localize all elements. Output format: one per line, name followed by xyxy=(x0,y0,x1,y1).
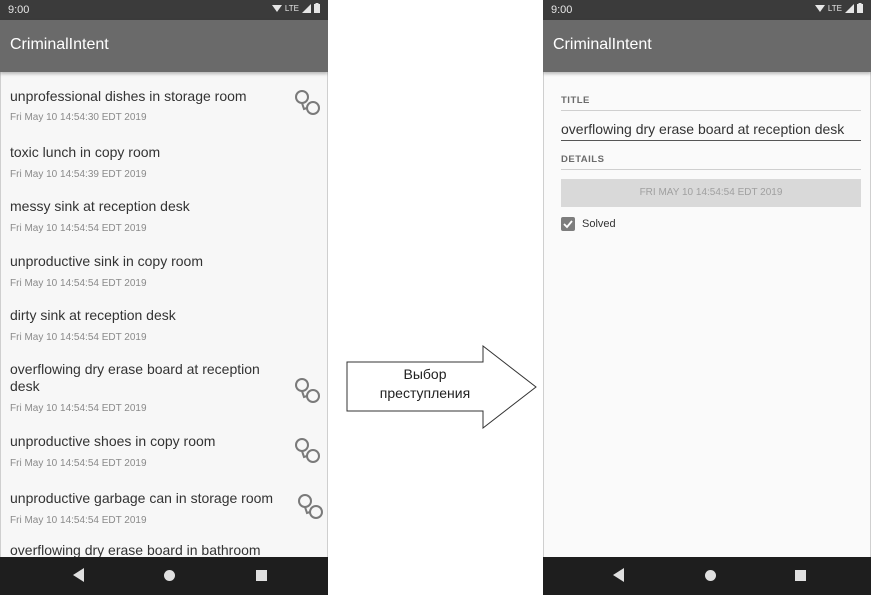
app-title: CriminalIntent xyxy=(553,36,652,53)
crime-title: overflowing dry erase board in bathroom xyxy=(10,542,261,557)
crime-title-input[interactable] xyxy=(561,118,861,141)
crime-title: dirty sink at reception desk xyxy=(10,307,176,323)
battery-icon xyxy=(857,3,863,13)
details-section-label: DETAILS xyxy=(561,154,605,165)
crime-title: overflowing dry erase board at reception… xyxy=(10,361,260,394)
title-section-label: TITLE xyxy=(561,95,590,106)
crime-list-item[interactable]: toxic lunch in copy room Fri May 10 14:5… xyxy=(0,128,328,182)
solved-handcuffs-icon xyxy=(295,378,320,403)
status-icons: LTE xyxy=(814,3,863,13)
app-title: CriminalIntent xyxy=(10,36,109,53)
crime-date: Fri May 10 14:54:54 EDT 2019 xyxy=(10,458,147,469)
crime-date: Fri May 10 14:54:54 EDT 2019 xyxy=(10,515,147,526)
crime-date: Fri May 10 14:54:54 EDT 2019 xyxy=(10,332,147,343)
wifi-icon xyxy=(271,4,282,12)
solved-checkbox[interactable] xyxy=(561,217,575,231)
crime-title: unprofessional dishes in storage room xyxy=(10,88,247,104)
crime-list-item[interactable]: unproductive garbage can in storage room… xyxy=(0,476,328,532)
wifi-icon xyxy=(814,4,825,12)
recents-icon[interactable] xyxy=(256,570,267,581)
arrow-label-line2: преступления xyxy=(379,385,471,401)
arrow-label-line1: Выбор xyxy=(403,366,447,382)
checkmark-icon xyxy=(563,220,573,229)
crime-list-item[interactable]: dirty sink at reception desk Fri May 10 … xyxy=(0,290,328,346)
crime-title: unproductive shoes in copy room xyxy=(10,433,216,449)
home-icon[interactable] xyxy=(705,570,716,581)
crime-date: Fri May 10 14:54:39 EDT 2019 xyxy=(10,169,147,180)
solved-label: Solved xyxy=(582,218,616,230)
crime-date: Fri May 10 14:54:30 EDT 2019 xyxy=(10,112,147,123)
recents-icon[interactable] xyxy=(795,570,806,581)
crime-title: toxic lunch in copy room xyxy=(10,144,161,160)
navigation-bar xyxy=(543,557,871,595)
crime-list-item[interactable]: unproductive shoes in copy room Fri May … xyxy=(0,420,328,476)
crime-list-item[interactable]: unproductive sink in copy room Fri May 1… xyxy=(0,236,328,290)
solved-handcuffs-icon xyxy=(295,90,320,115)
signal-icon xyxy=(302,3,311,13)
back-icon[interactable] xyxy=(73,568,85,582)
status-bar: 9:00 LTE xyxy=(543,0,871,20)
solved-handcuffs-icon xyxy=(295,438,320,463)
crime-detail-screen: 9:00 LTE CriminalIntent TITLE DETAILS FR… xyxy=(543,0,871,595)
crime-list[interactable]: unprofessional dishes in storage room Fr… xyxy=(0,72,328,557)
section-divider xyxy=(561,169,861,170)
status-time: 9:00 xyxy=(8,4,30,16)
network-type: LTE xyxy=(284,3,299,13)
crime-date: Fri May 10 14:54:54 EDT 2019 xyxy=(10,223,147,234)
home-icon[interactable] xyxy=(164,570,175,581)
status-time: 9:00 xyxy=(551,4,573,16)
section-divider xyxy=(561,110,861,111)
crime-title: messy sink at reception desk xyxy=(10,198,190,214)
crime-list-item[interactable]: overflowing dry erase board in bathroom xyxy=(0,532,328,557)
app-bar: CriminalIntent xyxy=(0,20,328,72)
crime-list-item[interactable]: overflowing dry erase board at reception… xyxy=(0,346,328,420)
app-bar: CriminalIntent xyxy=(543,20,871,72)
crime-date: Fri May 10 14:54:54 EDT 2019 xyxy=(10,403,147,414)
crime-list-item[interactable]: unprofessional dishes in storage room Fr… xyxy=(0,72,328,128)
crime-date: Fri May 10 14:54:54 EDT 2019 xyxy=(10,278,147,289)
crime-list-item[interactable]: messy sink at reception desk Fri May 10 … xyxy=(0,182,328,236)
back-icon[interactable] xyxy=(613,568,625,582)
status-bar: 9:00 LTE xyxy=(0,0,328,20)
navigation-bar xyxy=(0,557,328,595)
crime-title: unproductive garbage can in storage room xyxy=(10,490,274,506)
crime-list-screen: 9:00 LTE CriminalIntent unprofessional d… xyxy=(0,0,328,595)
solved-checkbox-row[interactable]: Solved xyxy=(561,217,616,231)
signal-icon xyxy=(845,3,854,13)
crime-date-button[interactable]: FRI MAY 10 14:54:54 EDT 2019 xyxy=(561,179,861,207)
solved-handcuffs-icon xyxy=(298,494,323,519)
status-icons: LTE xyxy=(271,3,320,13)
network-type: LTE xyxy=(827,3,842,13)
battery-icon xyxy=(314,3,320,13)
crime-title: unproductive sink in copy room xyxy=(10,253,203,269)
